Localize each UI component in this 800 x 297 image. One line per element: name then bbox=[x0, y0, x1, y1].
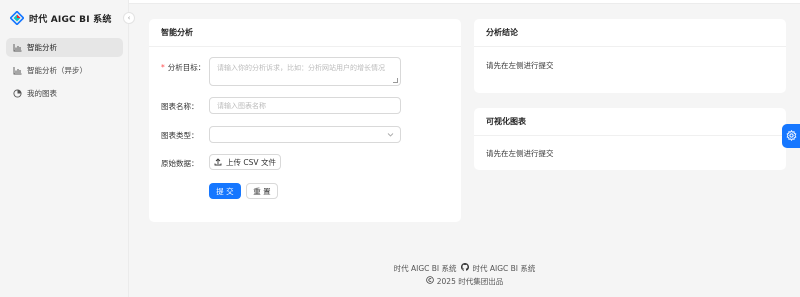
upload-icon bbox=[214, 158, 222, 166]
name-placeholder: 请输入图表名称 bbox=[217, 101, 266, 110]
sidebar-item-label: 智能分析（异步） bbox=[27, 66, 87, 75]
form-card-title: 智能分析 bbox=[149, 19, 461, 47]
footer: 时代 AIGC BI 系统 时代 AIGC BI 系统 2025 时代集团出品 bbox=[129, 262, 800, 287]
upload-csv-button[interactable]: 上传 CSV 文件 bbox=[209, 154, 281, 170]
bar-chart-icon bbox=[13, 43, 22, 52]
sidebar-item-smart-analysis-async[interactable]: 智能分析（异步） bbox=[6, 61, 123, 80]
settings-button[interactable] bbox=[782, 124, 800, 148]
name-label-row: 图表名称： bbox=[161, 101, 199, 112]
sidebar-item-smart-analysis[interactable]: 智能分析 bbox=[6, 38, 123, 57]
chart-placeholder-text: 请先在左侧进行提交 bbox=[486, 149, 554, 158]
footer-link-right[interactable]: 时代 AIGC BI 系统 bbox=[473, 263, 536, 274]
sidebar-item-label: 我的图表 bbox=[27, 89, 57, 98]
copyright-icon bbox=[425, 276, 434, 286]
goal-label: 分析目标： bbox=[167, 63, 206, 72]
app-title: 时代 AIGC BI 系统 bbox=[29, 14, 112, 25]
analysis-result-card: 分析结论 请先在左侧进行提交 bbox=[474, 19, 786, 93]
result-placeholder-text: 请先在左侧进行提交 bbox=[486, 61, 554, 70]
file-label: 原始数据： bbox=[161, 159, 199, 168]
sidebar-item-label: 智能分析 bbox=[27, 43, 57, 52]
type-label: 图表类型： bbox=[161, 131, 199, 140]
chart-card-title: 可视化图表 bbox=[474, 108, 786, 136]
goal-placeholder: 请输入你的分析诉求，比如：分析网站用户的增长情况 bbox=[217, 64, 385, 72]
logo-icon bbox=[9, 10, 25, 26]
visual-chart-card: 可视化图表 请先在左侧进行提交 bbox=[474, 108, 786, 170]
resize-handle[interactable] bbox=[393, 78, 398, 83]
sidebar-item-my-charts[interactable]: 我的图表 bbox=[6, 84, 123, 103]
name-label: 图表名称： bbox=[161, 102, 199, 111]
analysis-form-card: 智能分析 * 分析目标： 请输入你的分析诉求，比如：分析网站用户的增长情况 图表… bbox=[149, 19, 461, 222]
file-label-row: 原始数据： bbox=[161, 158, 199, 169]
pie-chart-icon bbox=[13, 89, 22, 98]
required-mark: * bbox=[161, 63, 165, 72]
chart-type-select[interactable] bbox=[209, 126, 401, 143]
github-icon[interactable] bbox=[460, 263, 469, 273]
reset-button[interactable]: 重 置 bbox=[246, 183, 278, 199]
top-header bbox=[129, 0, 800, 4]
brand[interactable]: 时代 AIGC BI 系统 bbox=[9, 10, 112, 26]
type-label-row: 图表类型： bbox=[161, 130, 199, 141]
goal-textarea[interactable]: 请输入你的分析诉求，比如：分析网站用户的增长情况 bbox=[209, 57, 401, 86]
collapse-sidebar-button[interactable]: ‹ bbox=[123, 12, 135, 24]
chevron-left-icon: ‹ bbox=[127, 13, 131, 22]
copyright-text: 2025 时代集团出品 bbox=[436, 276, 504, 286]
sidebar-menu: 智能分析 智能分析（异步） 我的图表 bbox=[6, 38, 123, 107]
bar-chart-icon bbox=[13, 66, 22, 75]
goal-label-row: * 分析目标： bbox=[161, 62, 205, 73]
chevron-down-icon bbox=[387, 131, 394, 140]
submit-button[interactable]: 提 交 bbox=[209, 183, 241, 199]
sidebar: 时代 AIGC BI 系统 智能分析 智能分析（异步） 我的图表 bbox=[0, 0, 129, 297]
result-card-title: 分析结论 bbox=[474, 19, 786, 47]
upload-label: 上传 CSV 文件 bbox=[226, 157, 276, 167]
footer-link-left[interactable]: 时代 AIGC BI 系统 bbox=[394, 263, 457, 274]
gear-icon bbox=[786, 129, 797, 143]
chart-name-input[interactable]: 请输入图表名称 bbox=[209, 97, 401, 114]
